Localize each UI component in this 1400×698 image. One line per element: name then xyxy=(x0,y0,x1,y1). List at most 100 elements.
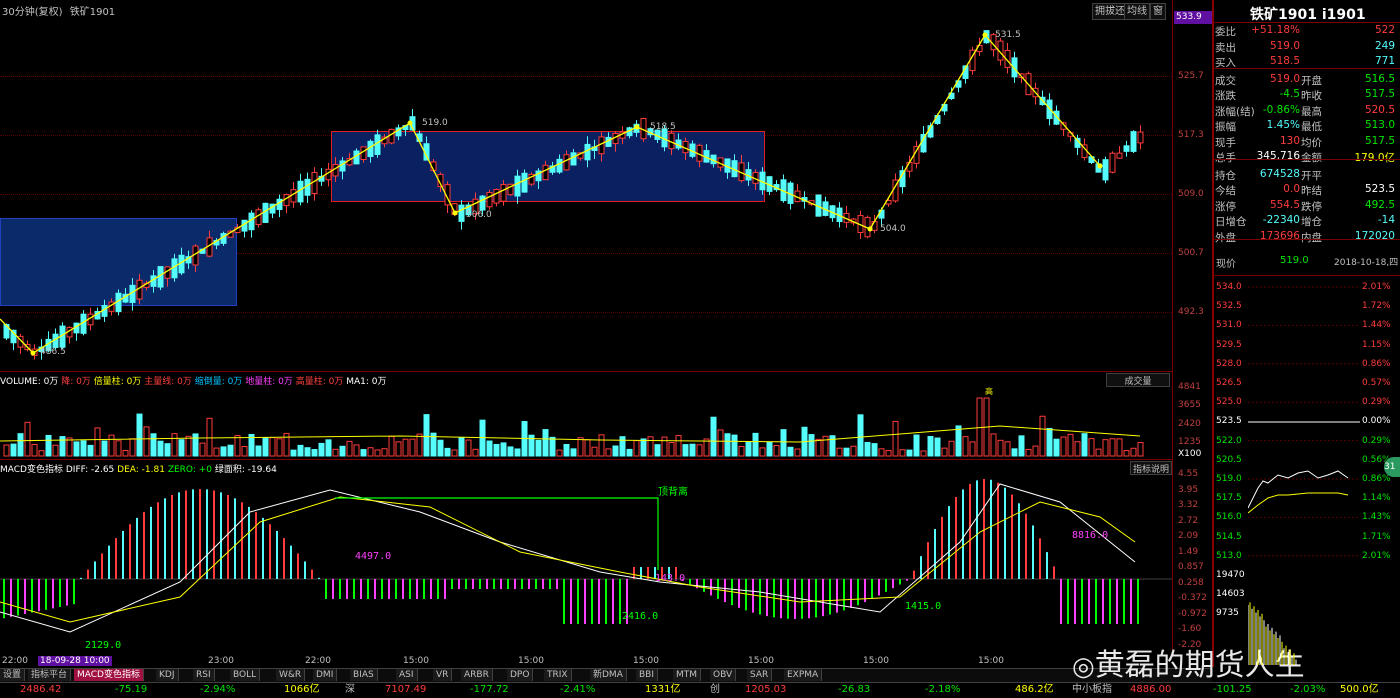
quote-label: 涨停 xyxy=(1215,200,1236,213)
macd-chart xyxy=(0,479,1172,633)
volume-bar xyxy=(598,434,605,457)
candle xyxy=(220,231,227,246)
indicator-tab[interactable]: BBI xyxy=(636,669,659,681)
quote-label: 振幅 xyxy=(1215,121,1236,133)
quote-value: -22340 xyxy=(1262,214,1300,226)
candle xyxy=(276,194,283,218)
dea-line xyxy=(0,496,1136,623)
indicator-tab[interactable]: VR xyxy=(433,669,453,681)
volume-bar xyxy=(843,447,850,457)
index-value: -2.03% xyxy=(1290,684,1326,695)
mini-right-label: 0.29% xyxy=(1362,397,1391,408)
volume-dropdown[interactable]: 成交量 xyxy=(1106,373,1170,387)
candle xyxy=(367,139,374,163)
quote-row: 涨幅(结) -0.86% 最高 520.5 xyxy=(1215,104,1395,119)
quote-value: 513.0 xyxy=(1364,119,1395,131)
quote-value: 517.5 xyxy=(1364,134,1395,147)
macd-axis-label: 0.857 xyxy=(1178,562,1204,572)
indicator-tab[interactable]: BIAS xyxy=(350,669,378,681)
volume-bar xyxy=(255,445,262,457)
indicator-tab[interactable]: RSI xyxy=(193,669,215,681)
mini-left-label: 525.0 xyxy=(1216,397,1242,408)
volume-bar xyxy=(290,449,297,457)
candle xyxy=(339,156,346,180)
volume-bar xyxy=(332,448,339,457)
quote-row: 总手 345,716 金额 179.0亿 xyxy=(1215,150,1395,165)
volume-bar xyxy=(941,447,948,457)
volume-bar xyxy=(108,434,115,457)
volume-bar xyxy=(416,433,423,457)
volume-bar xyxy=(325,439,332,457)
volume-unit: X100 xyxy=(1178,449,1202,459)
indicator-tab[interactable]: MACD变色指标 xyxy=(74,669,144,681)
volume-bar xyxy=(794,448,801,457)
mini-left-label: 534.0 xyxy=(1216,282,1242,292)
quote-label: 开平 xyxy=(1301,169,1322,182)
time-label: 22:00 xyxy=(305,656,331,666)
indicator-tab[interactable]: DPO xyxy=(507,669,534,681)
index-value: 7107.49 xyxy=(385,684,427,695)
quote-label: 金额 xyxy=(1301,152,1322,164)
quote-row: 今结 0.0 昨结 523.5 xyxy=(1215,183,1395,198)
indicator-tab[interactable]: ASI xyxy=(396,669,418,681)
indicator-tab[interactable]: 新DMA xyxy=(590,669,627,681)
candle xyxy=(325,162,332,187)
quote-label: 内盘 xyxy=(1301,231,1322,244)
indicator-tab[interactable]: MTM xyxy=(673,669,702,681)
volume-bar xyxy=(738,445,745,457)
quote-value: 345,716 xyxy=(1256,150,1300,162)
indicator-tab[interactable]: EXPMA xyxy=(784,669,823,681)
time-label: 15:00 xyxy=(978,656,1004,666)
quote-value: 771 xyxy=(1374,55,1395,67)
candle xyxy=(822,196,829,217)
intraday-chart xyxy=(1248,286,1360,665)
indicator-tab[interactable]: DMI xyxy=(313,669,338,681)
volume-bar xyxy=(311,449,318,457)
indicator-tab[interactable]: OBV xyxy=(710,669,737,681)
scroll-badge[interactable]: 31 xyxy=(1384,457,1400,477)
volume-bar xyxy=(955,425,962,457)
time-label: 22:00 xyxy=(2,656,28,666)
mini-right-label: 2.01% xyxy=(1362,550,1391,561)
macd-annotation: 1415.0 xyxy=(905,601,942,612)
indicator-tab[interactable]: KDJ xyxy=(156,669,179,681)
candle xyxy=(738,155,745,183)
mini-left-label: 532.5 xyxy=(1216,301,1242,312)
indicator-tab[interactable]: BOLL xyxy=(230,669,261,681)
volume-bar xyxy=(857,414,864,457)
candle xyxy=(486,189,493,210)
volume-axis-label: 2420 xyxy=(1178,419,1201,429)
volume-bar xyxy=(1046,427,1053,457)
quote-value: +51.18% xyxy=(1251,24,1300,36)
volume-bar xyxy=(1067,433,1074,457)
candle xyxy=(703,144,710,163)
indicator-tab[interactable]: 设置 xyxy=(0,669,26,681)
volume-bar xyxy=(1004,441,1011,457)
volume-bar xyxy=(563,443,570,457)
quote-label: 跌停 xyxy=(1301,200,1322,213)
candle xyxy=(780,174,787,203)
macd-axis-label: -1.60 xyxy=(1178,624,1202,634)
indicator-tab[interactable]: TRIX xyxy=(544,669,572,681)
candle xyxy=(500,180,507,206)
mini-left-label: 531.0 xyxy=(1216,320,1242,331)
volume-bar xyxy=(472,448,479,457)
index-value: 创 xyxy=(710,684,720,695)
index-value: 中小板指 xyxy=(1072,684,1112,695)
quote-value: 522 xyxy=(1374,24,1395,36)
index-value: 486.2亿 xyxy=(1015,684,1054,695)
candle xyxy=(1102,156,1109,184)
mini-right-label: 1.14% xyxy=(1362,493,1391,504)
indicator-tab[interactable]: W&R xyxy=(276,669,306,681)
quote-title-sep xyxy=(1213,22,1400,23)
macd-axis-label: 4.55 xyxy=(1178,469,1199,479)
indicator-tab[interactable]: 指标平台 xyxy=(28,669,72,681)
candle xyxy=(381,134,388,148)
candle xyxy=(1137,125,1144,150)
indicator-tab[interactable]: SAR xyxy=(747,669,773,681)
macd-axis-label: -0.972 xyxy=(1178,608,1208,619)
indicator-tab[interactable]: ARBR xyxy=(461,669,493,681)
volume-bar xyxy=(605,448,612,457)
volume-bar xyxy=(52,444,59,457)
macd-axis-label: 0.258 xyxy=(1178,577,1204,588)
